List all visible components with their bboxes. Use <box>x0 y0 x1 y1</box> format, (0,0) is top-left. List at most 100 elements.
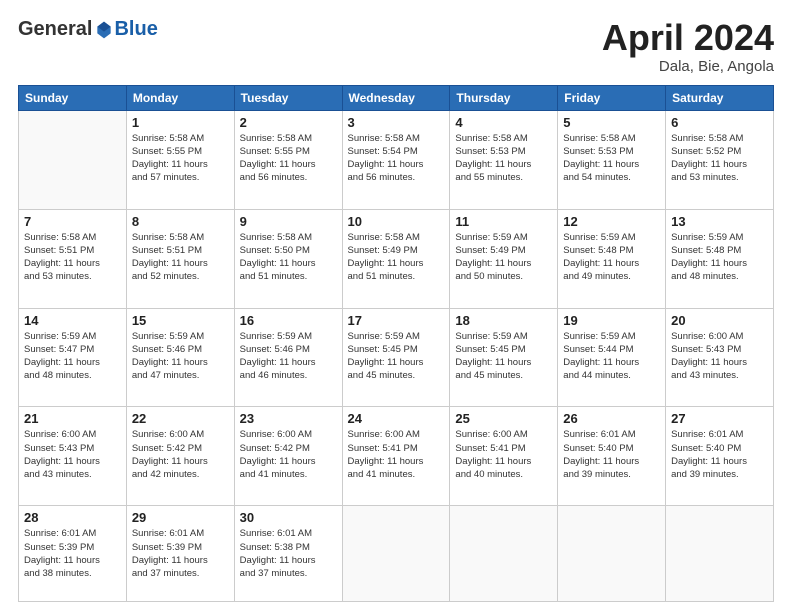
day-info: Sunrise: 5:58 AM Sunset: 5:52 PM Dayligh… <box>671 132 768 185</box>
day-number: 16 <box>240 313 337 328</box>
day-info: Sunrise: 5:58 AM Sunset: 5:54 PM Dayligh… <box>348 132 445 185</box>
day-number: 23 <box>240 411 337 426</box>
table-row <box>19 110 127 209</box>
day-number: 3 <box>348 115 445 130</box>
table-row: 26 Sunrise: 6:01 AM Sunset: 5:40 PM Dayli… <box>558 407 666 506</box>
calendar-header-row: Sunday Monday Tuesday Wednesday Thursday… <box>19 85 774 110</box>
table-row: 14Sunrise: 5:59 AM Sunset: 5:47 PM Dayli… <box>19 308 127 407</box>
day-number: 21 <box>24 411 121 426</box>
logo: General Blue <box>18 18 158 41</box>
day-number: 1 <box>132 115 229 130</box>
day-info: Sunrise: 6:01 AM Sunset: 5:39 PM Dayligh… <box>24 527 121 580</box>
day-number: 2 <box>240 115 337 130</box>
table-row: 11 Sunrise: 5:59 AM Sunset: 5:49 PM Dayli… <box>450 209 558 308</box>
table-row: 20 Sunrise: 6:00 AM Sunset: 5:43 PM Dayli… <box>666 308 774 407</box>
table-row: 13Sunrise: 5:59 AM Sunset: 5:48 PM Dayli… <box>666 209 774 308</box>
table-row: 28 Sunrise: 6:01 AM Sunset: 5:39 PM Dayli… <box>19 506 127 602</box>
table-row: 4 Sunrise: 5:58 AM Sunset: 5:53 PM Daylig… <box>450 110 558 209</box>
day-number: 5 <box>563 115 660 130</box>
day-number: 11 <box>455 214 552 229</box>
day-info: Sunrise: 5:59 AM Sunset: 5:45 PM Dayligh… <box>348 330 445 383</box>
day-info: Sunrise: 5:58 AM Sunset: 5:50 PM Dayligh… <box>240 231 337 284</box>
calendar-row: 1 Sunrise: 5:58 AM Sunset: 5:55 PM Daylig… <box>19 110 774 209</box>
day-info: Sunrise: 6:00 AM Sunset: 5:41 PM Dayligh… <box>348 428 445 481</box>
page: General Blue April 2024 Dala, Bie, Angol… <box>0 0 792 612</box>
table-row: 21Sunrise: 6:00 AM Sunset: 5:43 PM Dayli… <box>19 407 127 506</box>
day-number: 25 <box>455 411 552 426</box>
table-row: 8 Sunrise: 5:58 AM Sunset: 5:51 PM Daylig… <box>126 209 234 308</box>
day-number: 9 <box>240 214 337 229</box>
day-info: Sunrise: 5:58 AM Sunset: 5:53 PM Dayligh… <box>455 132 552 185</box>
day-number: 8 <box>132 214 229 229</box>
day-info: Sunrise: 6:01 AM Sunset: 5:38 PM Dayligh… <box>240 527 337 580</box>
table-row: 24 Sunrise: 6:00 AM Sunset: 5:41 PM Dayli… <box>342 407 450 506</box>
day-info: Sunrise: 5:58 AM Sunset: 5:51 PM Dayligh… <box>132 231 229 284</box>
table-row: 7 Sunrise: 5:58 AM Sunset: 5:51 PM Daylig… <box>19 209 127 308</box>
day-info: Sunrise: 6:00 AM Sunset: 5:42 PM Dayligh… <box>240 428 337 481</box>
logo-blue-text: Blue <box>114 18 157 41</box>
col-tuesday: Tuesday <box>234 85 342 110</box>
logo-icon <box>94 20 114 40</box>
table-row: 19Sunrise: 5:59 AM Sunset: 5:44 PM Dayli… <box>558 308 666 407</box>
table-row: 16 Sunrise: 5:59 AM Sunset: 5:46 PM Dayli… <box>234 308 342 407</box>
day-info: Sunrise: 6:01 AM Sunset: 5:40 PM Dayligh… <box>563 428 660 481</box>
table-row: 23 Sunrise: 6:00 AM Sunset: 5:42 PM Dayli… <box>234 407 342 506</box>
day-number: 4 <box>455 115 552 130</box>
day-info: Sunrise: 5:59 AM Sunset: 5:49 PM Dayligh… <box>455 231 552 284</box>
table-row: 10Sunrise: 5:58 AM Sunset: 5:49 PM Dayli… <box>342 209 450 308</box>
calendar-row: 28 Sunrise: 6:01 AM Sunset: 5:39 PM Dayli… <box>19 506 774 602</box>
table-row <box>450 506 558 602</box>
day-info: Sunrise: 6:00 AM Sunset: 5:42 PM Dayligh… <box>132 428 229 481</box>
day-number: 14 <box>24 313 121 328</box>
day-number: 12 <box>563 214 660 229</box>
month-title: April 2024 <box>602 18 774 58</box>
calendar-table: Sunday Monday Tuesday Wednesday Thursday… <box>18 85 774 602</box>
table-row: 2 Sunrise: 5:58 AM Sunset: 5:55 PM Daylig… <box>234 110 342 209</box>
calendar-row: 21Sunrise: 6:00 AM Sunset: 5:43 PM Dayli… <box>19 407 774 506</box>
table-row: 9 Sunrise: 5:58 AM Sunset: 5:50 PM Daylig… <box>234 209 342 308</box>
logo-general-text: General <box>18 18 92 41</box>
day-number: 6 <box>671 115 768 130</box>
day-number: 17 <box>348 313 445 328</box>
day-number: 29 <box>132 510 229 525</box>
table-row: 3 Sunrise: 5:58 AM Sunset: 5:54 PM Daylig… <box>342 110 450 209</box>
day-info: Sunrise: 5:59 AM Sunset: 5:46 PM Dayligh… <box>240 330 337 383</box>
day-info: Sunrise: 5:58 AM Sunset: 5:51 PM Dayligh… <box>24 231 121 284</box>
table-row: 5 Sunrise: 5:58 AM Sunset: 5:53 PM Daylig… <box>558 110 666 209</box>
table-row: 12 Sunrise: 5:59 AM Sunset: 5:48 PM Dayli… <box>558 209 666 308</box>
table-row: 1Sunrise: 5:58 AM Sunset: 5:55 PM Daylig… <box>126 110 234 209</box>
day-info: Sunrise: 5:58 AM Sunset: 5:53 PM Dayligh… <box>563 132 660 185</box>
table-row: 27Sunrise: 6:01 AM Sunset: 5:40 PM Dayli… <box>666 407 774 506</box>
day-info: Sunrise: 5:59 AM Sunset: 5:48 PM Dayligh… <box>671 231 768 284</box>
col-sunday: Sunday <box>19 85 127 110</box>
table-row: 18 Sunrise: 5:59 AM Sunset: 5:45 PM Dayli… <box>450 308 558 407</box>
day-info: Sunrise: 6:00 AM Sunset: 5:41 PM Dayligh… <box>455 428 552 481</box>
day-info: Sunrise: 5:58 AM Sunset: 5:49 PM Dayligh… <box>348 231 445 284</box>
table-row: 22 Sunrise: 6:00 AM Sunset: 5:42 PM Dayli… <box>126 407 234 506</box>
table-row <box>342 506 450 602</box>
day-number: 27 <box>671 411 768 426</box>
day-number: 22 <box>132 411 229 426</box>
day-number: 7 <box>24 214 121 229</box>
header: General Blue April 2024 Dala, Bie, Angol… <box>18 18 774 75</box>
day-info: Sunrise: 5:59 AM Sunset: 5:45 PM Dayligh… <box>455 330 552 383</box>
col-wednesday: Wednesday <box>342 85 450 110</box>
day-info: Sunrise: 5:59 AM Sunset: 5:48 PM Dayligh… <box>563 231 660 284</box>
calendar-row: 14Sunrise: 5:59 AM Sunset: 5:47 PM Dayli… <box>19 308 774 407</box>
table-row: 30Sunrise: 6:01 AM Sunset: 5:38 PM Dayli… <box>234 506 342 602</box>
table-row: 15 Sunrise: 5:59 AM Sunset: 5:46 PM Dayli… <box>126 308 234 407</box>
day-number: 26 <box>563 411 660 426</box>
day-info: Sunrise: 6:00 AM Sunset: 5:43 PM Dayligh… <box>671 330 768 383</box>
col-saturday: Saturday <box>666 85 774 110</box>
day-number: 18 <box>455 313 552 328</box>
day-number: 24 <box>348 411 445 426</box>
day-number: 20 <box>671 313 768 328</box>
col-friday: Friday <box>558 85 666 110</box>
day-info: Sunrise: 5:58 AM Sunset: 5:55 PM Dayligh… <box>240 132 337 185</box>
title-block: April 2024 Dala, Bie, Angola <box>602 18 774 75</box>
table-row <box>666 506 774 602</box>
day-number: 28 <box>24 510 121 525</box>
day-info: Sunrise: 5:59 AM Sunset: 5:46 PM Dayligh… <box>132 330 229 383</box>
day-number: 15 <box>132 313 229 328</box>
table-row: 6 Sunrise: 5:58 AM Sunset: 5:52 PM Daylig… <box>666 110 774 209</box>
